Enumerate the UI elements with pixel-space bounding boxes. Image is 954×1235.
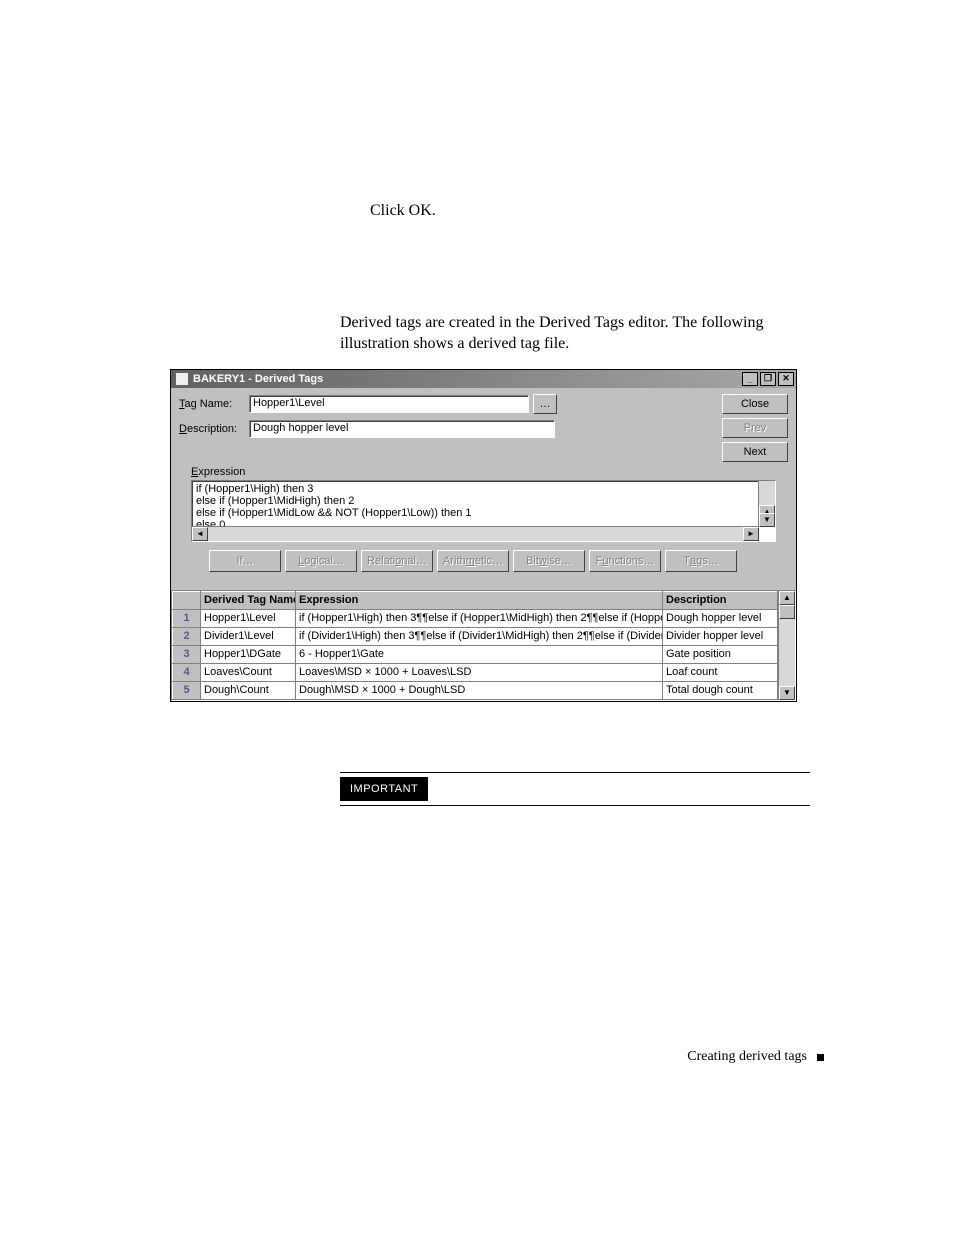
browse-button[interactable]: … (533, 394, 557, 414)
grid-vscrollbar[interactable]: ▲ ▼ (778, 591, 795, 700)
cell-name[interactable]: Hopper1\Level (201, 609, 296, 627)
cell-expr[interactable]: 6 - Hopper1\Gate (296, 645, 663, 663)
derived-tags-grid[interactable]: Derived Tag Name Expression Description … (171, 590, 796, 701)
cell-name[interactable]: Dough\Count (201, 681, 296, 699)
table-row[interactable]: 3 Hopper1\DGate 6 - Hopper1\Gate Gate po… (173, 645, 778, 663)
page-footer: Creating derived tags (687, 1049, 824, 1065)
minimize-button[interactable]: _ (742, 372, 758, 386)
table-header-row: Derived Tag Name Expression Description (173, 591, 778, 609)
window-title: BAKERY1 - Derived Tags (193, 373, 742, 385)
prev-button[interactable]: Prev (722, 418, 788, 438)
cell-name[interactable]: Loaves\Count (201, 663, 296, 681)
row-number: 2 (173, 627, 201, 645)
grid-scroll-down-icon[interactable]: ▼ (779, 686, 795, 700)
important-callout: IMPORTANT (340, 772, 810, 806)
footer-text: Creating derived tags (687, 1049, 807, 1065)
col-expression[interactable]: Expression (296, 591, 663, 609)
arithmetic-button[interactable]: Arithmetic… (437, 550, 509, 572)
functions-button[interactable]: Functions… (589, 550, 661, 572)
cell-expr[interactable]: if (Hopper1\High) then 3¶¶else if (Hoppe… (296, 609, 663, 627)
tag-name-field[interactable]: Hopper1\Level (249, 395, 529, 413)
col-derived-tag-name[interactable]: Derived Tag Name (201, 591, 296, 609)
expression-vscrollbar[interactable]: ▲ ▼ (758, 481, 775, 527)
next-button[interactable]: Next (722, 442, 788, 462)
row-number-header (173, 591, 201, 609)
cell-name[interactable]: Divider1\Level (201, 627, 296, 645)
if-button[interactable]: If… (209, 550, 281, 572)
derived-tags-window: BAKERY1 - Derived Tags _ ❐ ✕ Tag Name: H… (170, 369, 797, 702)
close-button[interactable]: Close (722, 394, 788, 414)
scrollbar-thumb[interactable] (779, 605, 795, 619)
cell-desc[interactable]: Loaf count (663, 663, 778, 681)
cell-desc[interactable]: Dough hopper level (663, 609, 778, 627)
expression-textarea[interactable]: if (Hopper1\High) then 3 else if (Hopper… (191, 480, 776, 542)
table-row[interactable]: 2 Divider1\Level if (Divider1\High) then… (173, 627, 778, 645)
expression-label: Expression (191, 466, 788, 478)
logical-button[interactable]: Logical… (285, 550, 357, 572)
table-row[interactable]: 4 Loaves\Count Loaves\MSD × 1000 + Loave… (173, 663, 778, 681)
expression-hscrollbar[interactable]: ◄ ► (192, 526, 759, 541)
cell-name[interactable]: Hopper1\DGate (201, 645, 296, 663)
bitwise-button[interactable]: Bitwise… (513, 550, 585, 572)
cell-expr[interactable]: Loaves\MSD × 1000 + Loaves\LSD (296, 663, 663, 681)
row-number: 4 (173, 663, 201, 681)
titlebar[interactable]: BAKERY1 - Derived Tags _ ❐ ✕ (171, 370, 796, 388)
divider (340, 805, 810, 806)
scroll-left-icon[interactable]: ◄ (192, 527, 208, 541)
scroll-right-icon[interactable]: ► (743, 527, 759, 541)
grid-scroll-up-icon[interactable]: ▲ (779, 591, 795, 605)
cell-desc[interactable]: Divider hopper level (663, 627, 778, 645)
important-badge: IMPORTANT (340, 777, 428, 801)
cell-expr[interactable]: Dough\MSD × 1000 + Dough\LSD (296, 681, 663, 699)
col-description[interactable]: Description (663, 591, 778, 609)
description-label: Description: (179, 423, 249, 435)
table-row[interactable]: 5 Dough\Count Dough\MSD × 1000 + Dough\L… (173, 681, 778, 699)
row-number: 3 (173, 645, 201, 663)
scroll-down-icon[interactable]: ▼ (759, 513, 775, 527)
app-icon (175, 372, 189, 386)
expression-text: if (Hopper1\High) then 3 else if (Hopper… (196, 483, 472, 531)
tags-button[interactable]: Tags… (665, 550, 737, 572)
restore-button[interactable]: ❐ (760, 372, 776, 386)
intro-text: Derived tags are created in the Derived … (340, 312, 824, 355)
step-text: Click OK. (370, 200, 824, 222)
square-bullet-icon (817, 1054, 824, 1061)
cell-desc[interactable]: Gate position (663, 645, 778, 663)
divider (340, 772, 810, 773)
row-number: 5 (173, 681, 201, 699)
relational-button[interactable]: Relational… (361, 550, 433, 572)
row-number: 1 (173, 609, 201, 627)
description-field[interactable]: Dough hopper level (249, 420, 555, 438)
cell-desc[interactable]: Total dough count (663, 681, 778, 699)
tag-name-label: Tag Name: (179, 398, 249, 410)
cell-expr[interactable]: if (Divider1\High) then 3¶¶else if (Divi… (296, 627, 663, 645)
close-window-button[interactable]: ✕ (778, 372, 794, 386)
table-row[interactable]: 1 Hopper1\Level if (Hopper1\High) then 3… (173, 609, 778, 627)
